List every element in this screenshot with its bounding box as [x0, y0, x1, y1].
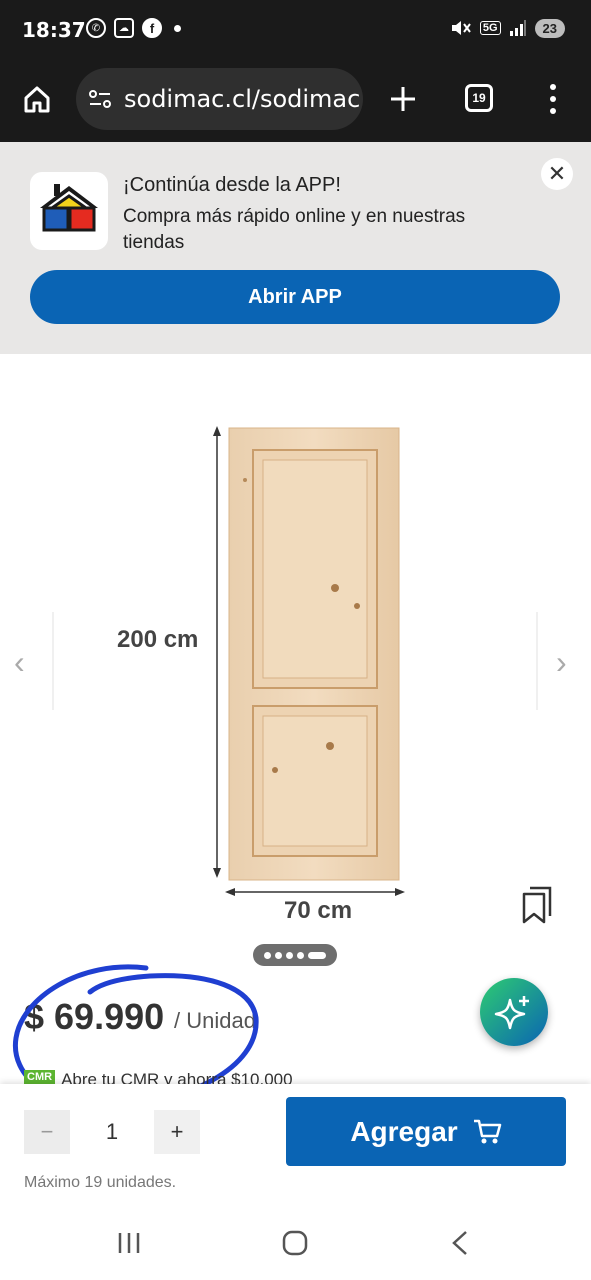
ai-assistant-button[interactable]	[480, 978, 548, 1046]
carousel-prev-icon[interactable]: ‹	[14, 644, 38, 684]
width-dimension-label: 70 cm	[284, 897, 353, 924]
app-promo-banner: ¡Continúa desde la APP! Compra más rápid…	[0, 142, 591, 354]
promo-title: ¡Continúa desde la APP!	[123, 174, 341, 196]
open-app-button[interactable]: Abrir APP	[30, 270, 560, 324]
purchase-bar: − 1 + Agregar Máximo 19 unidades.	[0, 1084, 591, 1212]
status-bar: 18:37 ✆ ☁ f 5G 23	[0, 0, 591, 62]
carousel-divider	[536, 612, 538, 710]
add-to-cart-button[interactable]: Agregar	[286, 1097, 566, 1166]
notification-icons: ✆ ☁ f	[86, 18, 181, 38]
signal-icon	[509, 20, 526, 36]
home-icon[interactable]	[22, 84, 52, 114]
facebook-icon: f	[142, 18, 162, 38]
system-icons: 5G 23	[450, 18, 565, 38]
sparkle-icon	[494, 996, 529, 1030]
max-quantity-note: Máximo 19 unidades.	[24, 1174, 177, 1191]
quantity-decrease-button[interactable]: −	[24, 1110, 70, 1154]
recent-apps-icon[interactable]	[116, 1230, 142, 1256]
more-notifications-icon	[174, 24, 181, 32]
browser-toolbar: sodimac.cl/sodimac- 19	[0, 62, 591, 142]
address-bar[interactable]: sodimac.cl/sodimac-	[76, 68, 363, 130]
pager-dot-active[interactable]	[308, 951, 326, 959]
cart-icon	[473, 1119, 501, 1143]
back-icon[interactable]	[448, 1229, 472, 1257]
tab-switcher-button[interactable]: 19	[465, 84, 493, 112]
height-dimension-label: 200 cm	[117, 626, 199, 653]
network-type: 5G	[479, 21, 501, 35]
url-text: sodimac.cl/sodimac-	[124, 85, 360, 113]
mute-icon	[451, 21, 471, 35]
battery-indicator: 23	[534, 18, 565, 38]
app-logo	[30, 172, 108, 250]
carousel-divider	[52, 612, 54, 710]
pager-dot[interactable]	[286, 951, 293, 959]
new-tab-icon[interactable]	[388, 84, 418, 114]
quantity-increase-button[interactable]: +	[154, 1110, 200, 1154]
carousel-next-icon[interactable]: ›	[556, 644, 580, 684]
menu-icon[interactable]	[546, 82, 560, 116]
promo-subtitle: Compra más rápido online y en nuestras t…	[123, 206, 466, 253]
sodimac-logo-icon	[40, 184, 98, 232]
site-settings-icon[interactable]	[88, 88, 112, 110]
system-navigation-bar	[0, 1212, 591, 1280]
home-nav-icon[interactable]	[281, 1229, 309, 1257]
pager-dot[interactable]	[275, 951, 282, 959]
close-icon[interactable]: ✕	[541, 158, 573, 190]
pager-dot[interactable]	[297, 951, 304, 959]
add-to-cart-label: Agregar	[350, 1115, 458, 1147]
product-door-image	[213, 426, 405, 896]
status-time: 18:37	[22, 18, 86, 42]
whatsapp-icon: ✆	[86, 18, 106, 38]
bookmark-icon[interactable]	[520, 886, 554, 924]
quantity-value[interactable]: 1	[70, 1110, 154, 1154]
weather-icon: ☁	[114, 18, 134, 38]
